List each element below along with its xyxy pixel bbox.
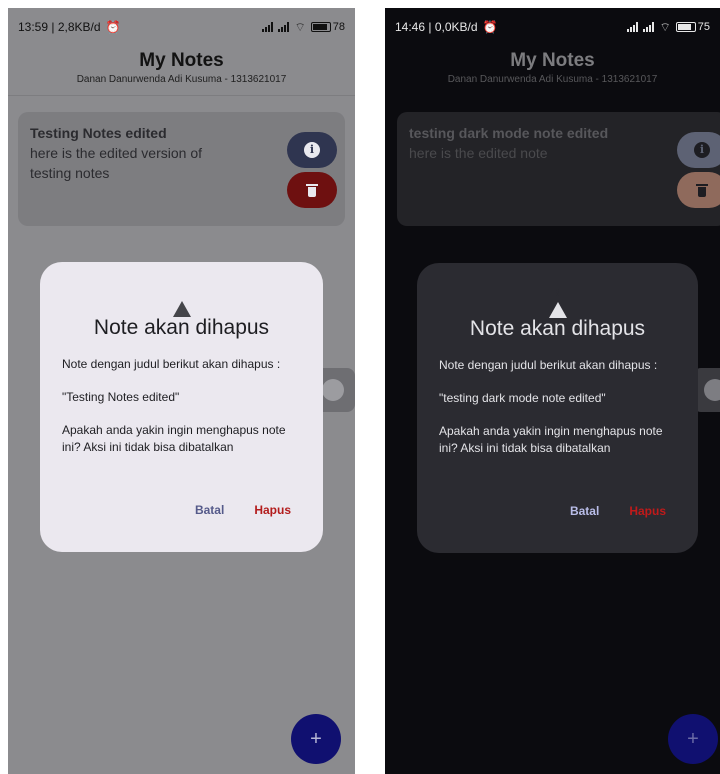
status-bar: 14:46 | 0,0KB/d ⏰ ⌔ 75 — [385, 8, 720, 46]
warning-icon: ! — [172, 284, 191, 317]
note-title: testing dark mode note edited — [409, 125, 609, 141]
note-title: Testing Notes edited — [30, 125, 167, 141]
dialog-note-title: "Testing Notes edited" — [62, 390, 180, 404]
dialog-note-title: "testing dark mode note edited" — [439, 391, 606, 405]
note-info-button[interactable]: i — [677, 132, 720, 168]
note-info-button[interactable]: i — [287, 132, 337, 168]
add-note-button[interactable]: + — [668, 714, 718, 764]
info-icon: i — [304, 142, 320, 158]
battery-icon: 78 — [310, 21, 345, 33]
wifi-icon: ⌔ — [294, 19, 306, 34]
dialog-title: Note akan dihapus — [93, 316, 270, 339]
page-title: My Notes — [510, 50, 595, 71]
status-time: 13:59 | 2,8KB/d — [18, 20, 101, 34]
add-note-button[interactable]: + — [291, 714, 341, 764]
dialog-message: Note dengan judul berikut akan dihapus : — [439, 358, 658, 372]
signal-icon — [643, 22, 655, 32]
wifi-icon: ⌔ — [659, 19, 671, 34]
note-delete-button[interactable] — [677, 172, 720, 208]
note-delete-button[interactable] — [287, 172, 337, 208]
plus-icon: + — [310, 727, 322, 750]
trash-icon — [696, 183, 708, 197]
light-mode-screen: 13:59 | 2,8KB/d ⏰ ⌔ 78 My Notes Danan Da… — [8, 8, 355, 774]
assist-knob — [322, 379, 344, 401]
trash-icon — [306, 183, 318, 197]
cancel-button[interactable]: Batal — [570, 504, 599, 518]
signal-icon — [278, 22, 290, 32]
note-body: here is the edited note — [409, 145, 548, 161]
dialog-title: Note akan dihapus — [469, 317, 646, 340]
signal-icon — [627, 22, 639, 32]
delete-confirm-dialog: ! Note akan dihapus Note dengan judul be… — [417, 263, 698, 553]
info-icon: i — [694, 142, 710, 158]
delete-confirm-dialog: ! Note akan dihapus Note dengan judul be… — [40, 262, 323, 552]
dialog-confirm-text: Apakah anda yakin ingin menghapus note i… — [439, 424, 663, 455]
dialog-confirm-text: Apakah anda yakin ingin menghapus note i… — [62, 423, 286, 454]
page-subtitle: Danan Danurwenda Adi Kusuma - 1313621017 — [76, 74, 287, 85]
battery-percent: 75 — [697, 21, 710, 33]
app-bar: My Notes Danan Danurwenda Adi Kusuma - 1… — [385, 46, 720, 96]
delete-button[interactable]: Hapus — [254, 503, 291, 517]
app-bar: My Notes Danan Danurwenda Adi Kusuma - 1… — [8, 46, 355, 96]
dark-mode-screen: 14:46 | 0,0KB/d ⏰ ⌔ 75 My Notes Danan Da… — [385, 8, 720, 774]
note-body: here is the edited version of testing no… — [30, 145, 202, 181]
assist-knob — [704, 379, 720, 401]
page-subtitle: Danan Danurwenda Adi Kusuma - 1313621017 — [447, 74, 658, 85]
alarm-icon: ⏰ — [482, 20, 498, 34]
status-time: 14:46 | 0,0KB/d — [395, 20, 478, 34]
page-title: My Notes — [139, 50, 224, 71]
delete-button[interactable]: Hapus — [629, 504, 666, 518]
note-card[interactable]: Testing Notes edited here is the edited … — [18, 112, 345, 226]
battery-icon: 75 — [675, 21, 710, 33]
note-card[interactable]: testing dark mode note edited here is th… — [397, 112, 720, 226]
dialog-message: Note dengan judul berikut akan dihapus : — [62, 357, 281, 371]
status-bar: 13:59 | 2,8KB/d ⏰ ⌔ 78 — [8, 8, 355, 46]
warning-icon: ! — [548, 285, 567, 318]
battery-percent: 78 — [332, 21, 345, 33]
plus-icon: + — [687, 727, 699, 750]
signal-icon — [262, 22, 274, 32]
cancel-button[interactable]: Batal — [195, 503, 224, 517]
alarm-icon: ⏰ — [105, 20, 121, 34]
